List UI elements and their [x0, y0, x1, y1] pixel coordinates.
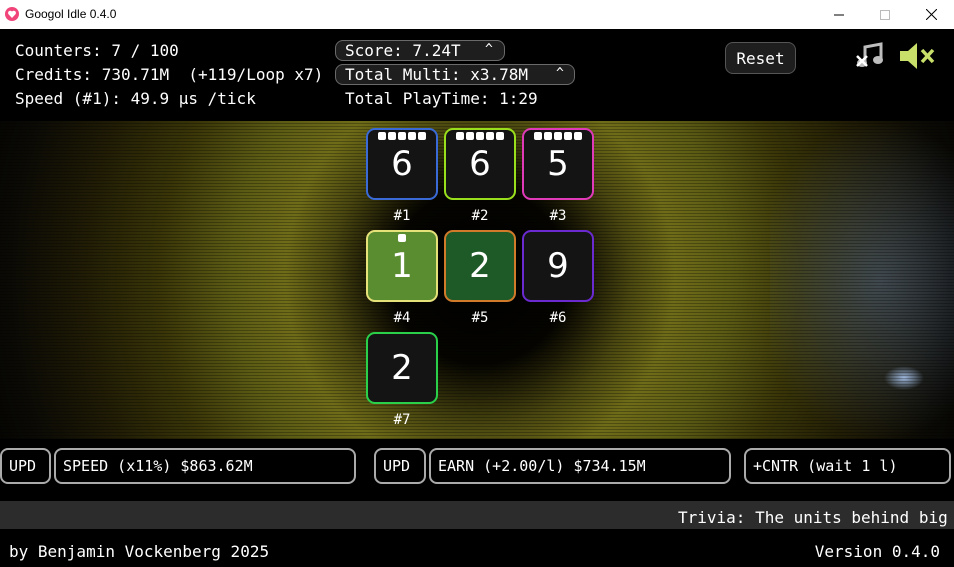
upgrade-speed-button[interactable]: UPD: [0, 448, 51, 484]
progress-dot: [534, 132, 542, 140]
counter-tile-2[interactable]: 6: [444, 128, 516, 200]
progress-dot: [408, 132, 416, 140]
progress-dot: [456, 132, 464, 140]
total-multi-expand-caret[interactable]: ^: [556, 66, 564, 81]
progress-dot: [418, 132, 426, 140]
close-icon: [925, 9, 937, 20]
counter-label: #5: [471, 310, 489, 326]
progress-dot: [476, 132, 484, 140]
version-label: Version 0.4.0: [814, 542, 940, 561]
maximize-icon: [880, 9, 890, 20]
progress-dot: [496, 132, 504, 140]
maximize-button[interactable]: [862, 0, 908, 29]
progress-dot: [544, 132, 552, 140]
counter-value: 6: [469, 144, 491, 184]
counter-value: 6: [391, 144, 413, 184]
digit-progress-dots: [368, 234, 436, 242]
progress-dot: [398, 234, 406, 242]
digit-progress-dots: [446, 132, 514, 140]
counter-value: 2: [469, 246, 491, 286]
counter-tile-3[interactable]: 5: [522, 128, 594, 200]
counter-value: 9: [547, 246, 569, 286]
reset-button[interactable]: Reset: [725, 42, 796, 74]
progress-dot: [564, 132, 572, 140]
counter-value: 5: [547, 144, 569, 184]
counter-label: #7: [393, 412, 411, 428]
digit-progress-dots: [368, 132, 436, 140]
counter-label: #3: [549, 208, 567, 224]
title-bar: Googol Idle 0.4.0: [0, 0, 954, 29]
total-multi-text: Total Multi: x3.78M: [345, 65, 529, 84]
minimize-button[interactable]: [816, 0, 862, 29]
speed-upgrade-button[interactable]: SPEED (x11%) $863.62M: [54, 448, 356, 484]
counter-label: #1: [393, 208, 411, 224]
counter-value: 1: [391, 246, 413, 286]
counter-label: #4: [393, 310, 411, 326]
speaker-muted-icon[interactable]: [898, 41, 936, 71]
progress-dot: [466, 132, 474, 140]
digit-progress-dots: [524, 132, 592, 140]
score-expand-caret[interactable]: ^: [485, 42, 493, 57]
progress-dot: [574, 132, 582, 140]
counter-value: 2: [391, 348, 413, 388]
add-counter-button[interactable]: +CNTR (wait 1 l): [744, 448, 951, 484]
author-credit: by Benjamin Vockenberg 2025: [9, 542, 270, 561]
counter-tile-7[interactable]: 2: [366, 332, 438, 404]
counter-label: #6: [549, 310, 567, 326]
window-title: Googol Idle 0.4.0: [25, 7, 117, 21]
playtime-stat: Total PlayTime: 1:29: [345, 89, 538, 108]
counter-tile-6[interactable]: 9: [522, 230, 594, 302]
progress-dot: [398, 132, 406, 140]
heart-app-icon: [5, 7, 19, 21]
trivia-text: Trivia: The units behind big: [678, 508, 948, 527]
counters-stat: Counters: 7 / 100: [15, 41, 179, 60]
counter-tile-4[interactable]: 1: [366, 230, 438, 302]
close-button[interactable]: [908, 0, 954, 29]
minimize-icon: [834, 14, 844, 15]
counter-tile-5[interactable]: 2: [444, 230, 516, 302]
speed-stat: Speed (#1): 49.9 µs /tick: [15, 89, 256, 108]
counter-label: #2: [471, 208, 489, 224]
credits-stat: Credits: 730.71M (+119/Loop x7): [15, 65, 324, 84]
progress-dot: [554, 132, 562, 140]
score-text: Score: 7.24T: [345, 41, 461, 60]
upgrade-earn-button[interactable]: UPD: [374, 448, 426, 484]
progress-dot: [378, 132, 386, 140]
counter-tile-1[interactable]: 6: [366, 128, 438, 200]
progress-dot: [388, 132, 396, 140]
progress-dot: [486, 132, 494, 140]
trivia-ticker: Trivia: The units behind big: [0, 501, 954, 529]
earn-upgrade-button[interactable]: EARN (+2.00/l) $734.15M: [429, 448, 731, 484]
music-off-icon[interactable]: [855, 42, 885, 70]
